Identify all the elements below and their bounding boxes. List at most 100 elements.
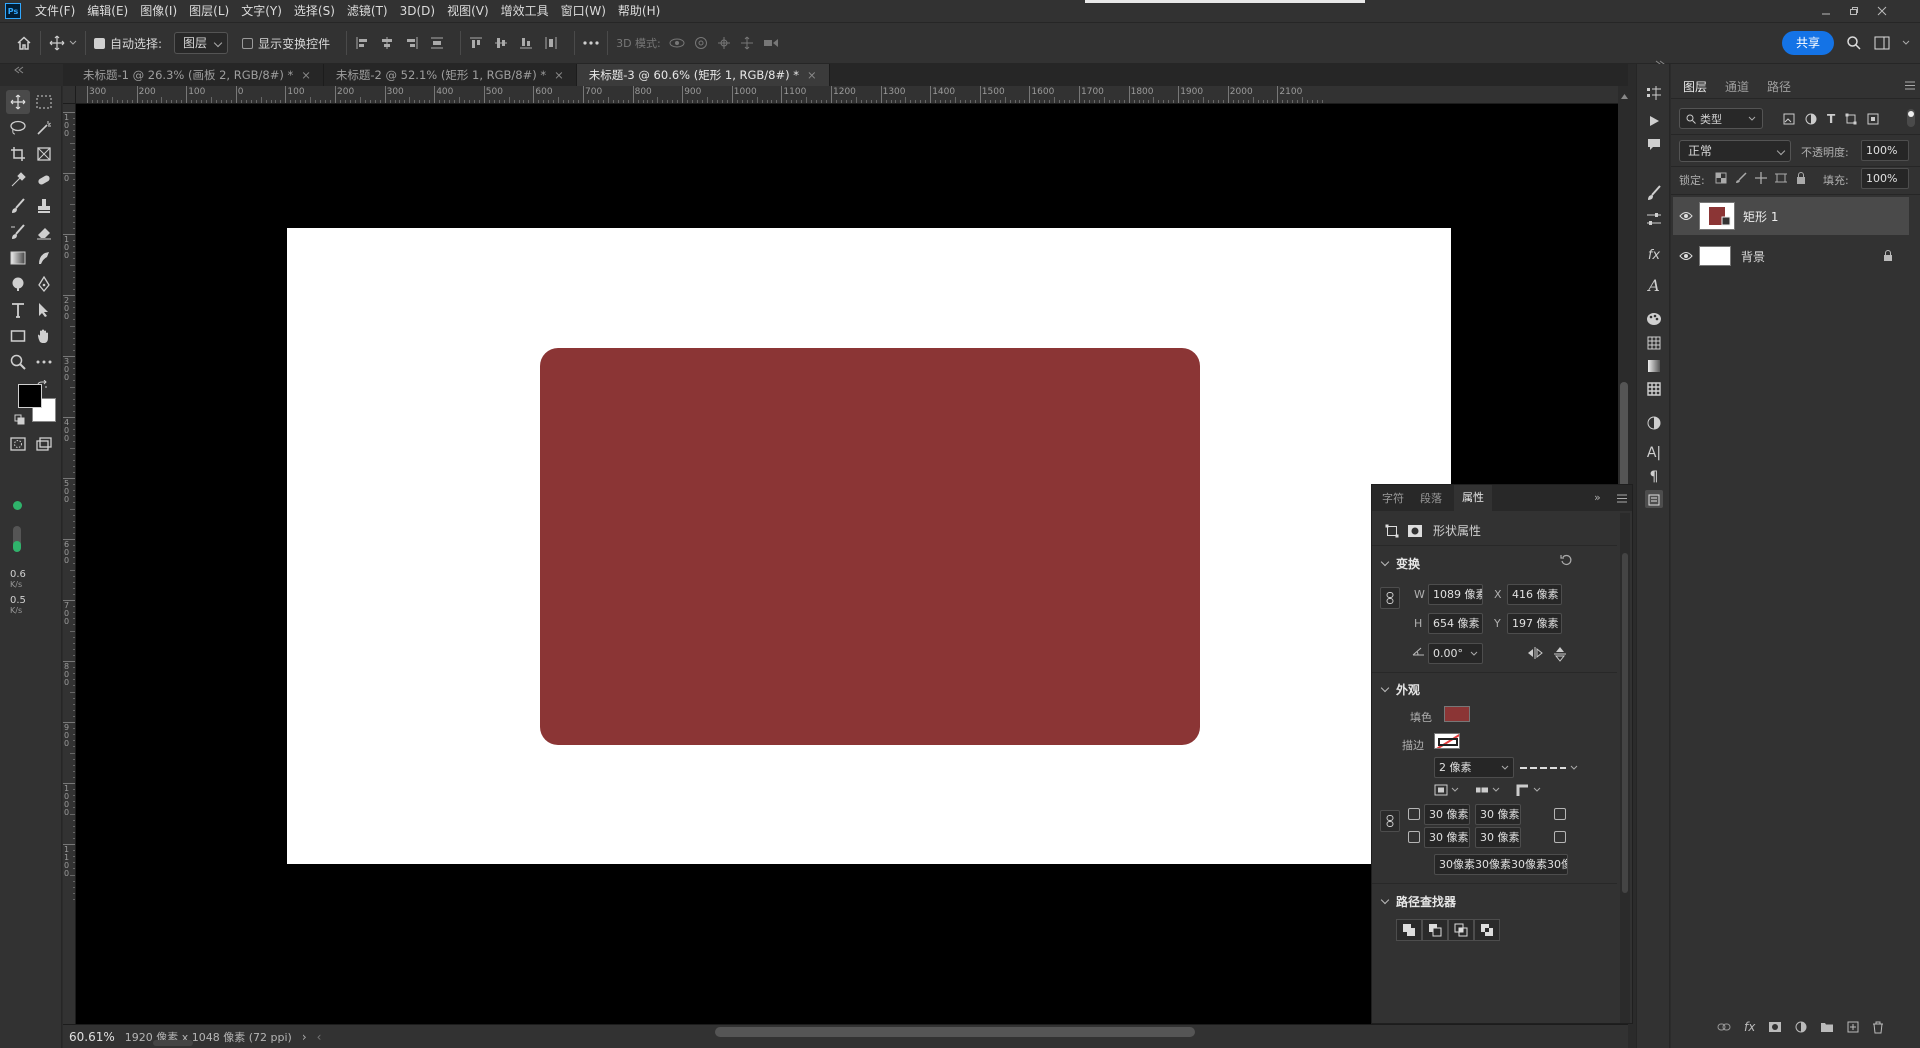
screen-mode-icon[interactable] — [32, 432, 56, 456]
close-window-button[interactable] — [1868, 0, 1896, 22]
exclude-overlap-icon[interactable] — [1474, 919, 1500, 941]
tab-paths[interactable]: 路径 — [1767, 78, 1791, 95]
styles-fx-icon[interactable]: fx — [1645, 246, 1663, 264]
filter-type-icon[interactable]: T — [1827, 112, 1835, 126]
corner-top-right-input[interactable]: 30 像素 — [1475, 804, 1521, 825]
link-dimensions-icon[interactable] — [1380, 587, 1400, 609]
more-options-icon[interactable] — [583, 40, 599, 46]
marquee-tool-icon[interactable] — [32, 90, 56, 114]
filter-pixel-icon[interactable] — [1783, 113, 1795, 125]
new-adjustment-layer-icon[interactable] — [1795, 1021, 1807, 1033]
auto-select-target-dropdown[interactable]: 图层 — [174, 32, 229, 54]
menu-filter[interactable]: 滤镜(T) — [341, 0, 394, 22]
3d-scale-icon[interactable] — [763, 36, 779, 50]
corner-bottom-right-input[interactable]: 30 像素 — [1475, 827, 1521, 848]
brush-tool-icon[interactable] — [6, 194, 30, 218]
align-left-icon[interactable] — [355, 36, 369, 50]
gradients-icon[interactable] — [1645, 357, 1663, 375]
move-tool-icon[interactable] — [6, 90, 30, 114]
move-tool-icon[interactable] — [49, 35, 65, 51]
workspace-icon[interactable] — [1874, 36, 1890, 50]
vertical-ruler[interactable]: 100 0 100 200 300 400 500 600 700 800 900 1000 1100 — [63, 104, 76, 1024]
history-panel-icon[interactable] — [1645, 84, 1663, 102]
path-selection-tool-icon[interactable] — [32, 298, 56, 322]
zoom-tool-icon[interactable] — [6, 350, 30, 374]
layer-name[interactable]: 背景 — [1741, 248, 1765, 265]
menu-image[interactable]: 图像(I) — [134, 0, 183, 22]
distribute-vertical-icon[interactable] — [430, 36, 444, 50]
brush-settings-icon[interactable] — [1645, 184, 1663, 202]
y-position-input[interactable]: 197 像素 — [1507, 613, 1562, 634]
document-info[interactable]: 1920 像素 x 1048 像素 (72 ppi) — [125, 1029, 292, 1045]
lock-artboard-icon[interactable] — [1775, 172, 1787, 184]
tool-preset-chevron-icon[interactable] — [69, 39, 77, 47]
link-corners-icon[interactable] — [1380, 810, 1400, 832]
3d-roll-icon[interactable] — [694, 36, 708, 50]
character-panel-icon[interactable]: A| — [1645, 444, 1663, 462]
menu-help[interactable]: 帮助(H) — [612, 0, 666, 22]
minimize-button[interactable] — [1812, 0, 1840, 22]
stroke-color-swatch[interactable] — [1434, 733, 1460, 749]
show-transform-checkbox[interactable] — [242, 37, 254, 49]
color-palette-icon[interactable] — [1645, 310, 1663, 328]
healing-brush-tool-icon[interactable] — [32, 168, 56, 192]
tab-channels[interactable]: 通道 — [1725, 78, 1749, 95]
fill-color-swatch[interactable] — [1444, 706, 1470, 722]
home-icon[interactable] — [16, 35, 32, 51]
visibility-eye-icon[interactable] — [1673, 211, 1699, 221]
actions-play-icon[interactable] — [1645, 112, 1663, 130]
adjustments-icon[interactable] — [1645, 414, 1663, 432]
x-position-input[interactable]: 416 像素 — [1507, 584, 1562, 605]
lock-position-icon[interactable] — [1755, 172, 1767, 184]
gradient-tool-icon[interactable] — [6, 246, 30, 270]
3d-pan-icon[interactable] — [717, 36, 731, 50]
close-tab-icon[interactable]: × — [554, 68, 564, 82]
appearance-section-header[interactable]: 外观 — [1380, 681, 1420, 698]
dodge-tool-icon[interactable] — [6, 272, 30, 296]
flip-horizontal-icon[interactable] — [1527, 647, 1543, 659]
layer-name[interactable]: 矩形 1 — [1743, 208, 1778, 225]
filter-adjustment-icon[interactable] — [1805, 113, 1817, 125]
align-vcenter-icon[interactable] — [494, 36, 508, 50]
tab-paragraph[interactable]: 段落 — [1420, 490, 1442, 506]
mask-properties-icon[interactable] — [1407, 524, 1423, 538]
filter-smart-object-icon[interactable] — [1867, 113, 1879, 125]
add-layer-style-icon[interactable]: fx — [1744, 1020, 1755, 1034]
flip-vertical-icon[interactable] — [1554, 646, 1566, 662]
tab-document-3[interactable]: 未标题-3 @ 60.6% (矩形 1, RGB/8#) * × — [576, 64, 830, 86]
align-hcenter-icon[interactable] — [380, 36, 394, 50]
3d-orbit-icon[interactable] — [669, 36, 685, 50]
properties-scroll-thumb[interactable] — [1622, 553, 1628, 893]
paragraph-panel-icon[interactable]: ¶ — [1645, 468, 1663, 486]
shape-properties-icon[interactable] — [1385, 524, 1399, 538]
crop-tool-icon[interactable] — [6, 142, 30, 166]
menu-file[interactable]: 文件(F) — [29, 0, 81, 22]
type-tool-icon[interactable] — [6, 298, 30, 322]
layer-filter-dropdown[interactable]: 类型 — [1679, 108, 1763, 129]
toolbar-collapse-icon[interactable] — [14, 66, 24, 74]
align-top-icon[interactable] — [469, 36, 483, 50]
menu-plugins[interactable]: 增效工具 — [495, 0, 555, 22]
comments-icon[interactable] — [1645, 136, 1663, 154]
search-icon[interactable] — [1846, 35, 1862, 51]
stroke-align-dropdown[interactable] — [1434, 784, 1459, 796]
stroke-caps-dropdown[interactable] — [1475, 784, 1500, 796]
lock-all-icon[interactable] — [1795, 172, 1807, 184]
new-layer-icon[interactable] — [1847, 1021, 1859, 1033]
menu-edit[interactable]: 编辑(E) — [81, 0, 134, 22]
width-input[interactable]: 1089 像素 — [1428, 584, 1483, 605]
delete-layer-icon[interactable] — [1872, 1021, 1884, 1034]
tab-properties[interactable]: 属性 — [1454, 485, 1492, 511]
pen-tool-icon[interactable] — [32, 272, 56, 296]
expand-panel-icon[interactable]: » — [1594, 491, 1601, 504]
stroke-corners-dropdown[interactable] — [1516, 784, 1541, 796]
restore-button[interactable] — [1840, 0, 1868, 22]
properties-panel-icon[interactable] — [1645, 490, 1663, 508]
reset-transform-icon[interactable] — [1560, 554, 1572, 566]
tab-document-1[interactable]: 未标题-1 @ 26.3% (画板 2, RGB/8#) * × — [71, 64, 324, 86]
workspace-chevron-icon[interactable] — [1902, 39, 1910, 47]
stroke-width-input[interactable]: 2 像素 — [1434, 757, 1514, 778]
horizontal-scroll-thumb[interactable] — [715, 1027, 1195, 1037]
glyphs-icon[interactable]: A — [1645, 276, 1663, 295]
opacity-input[interactable]: 100% — [1861, 140, 1909, 161]
